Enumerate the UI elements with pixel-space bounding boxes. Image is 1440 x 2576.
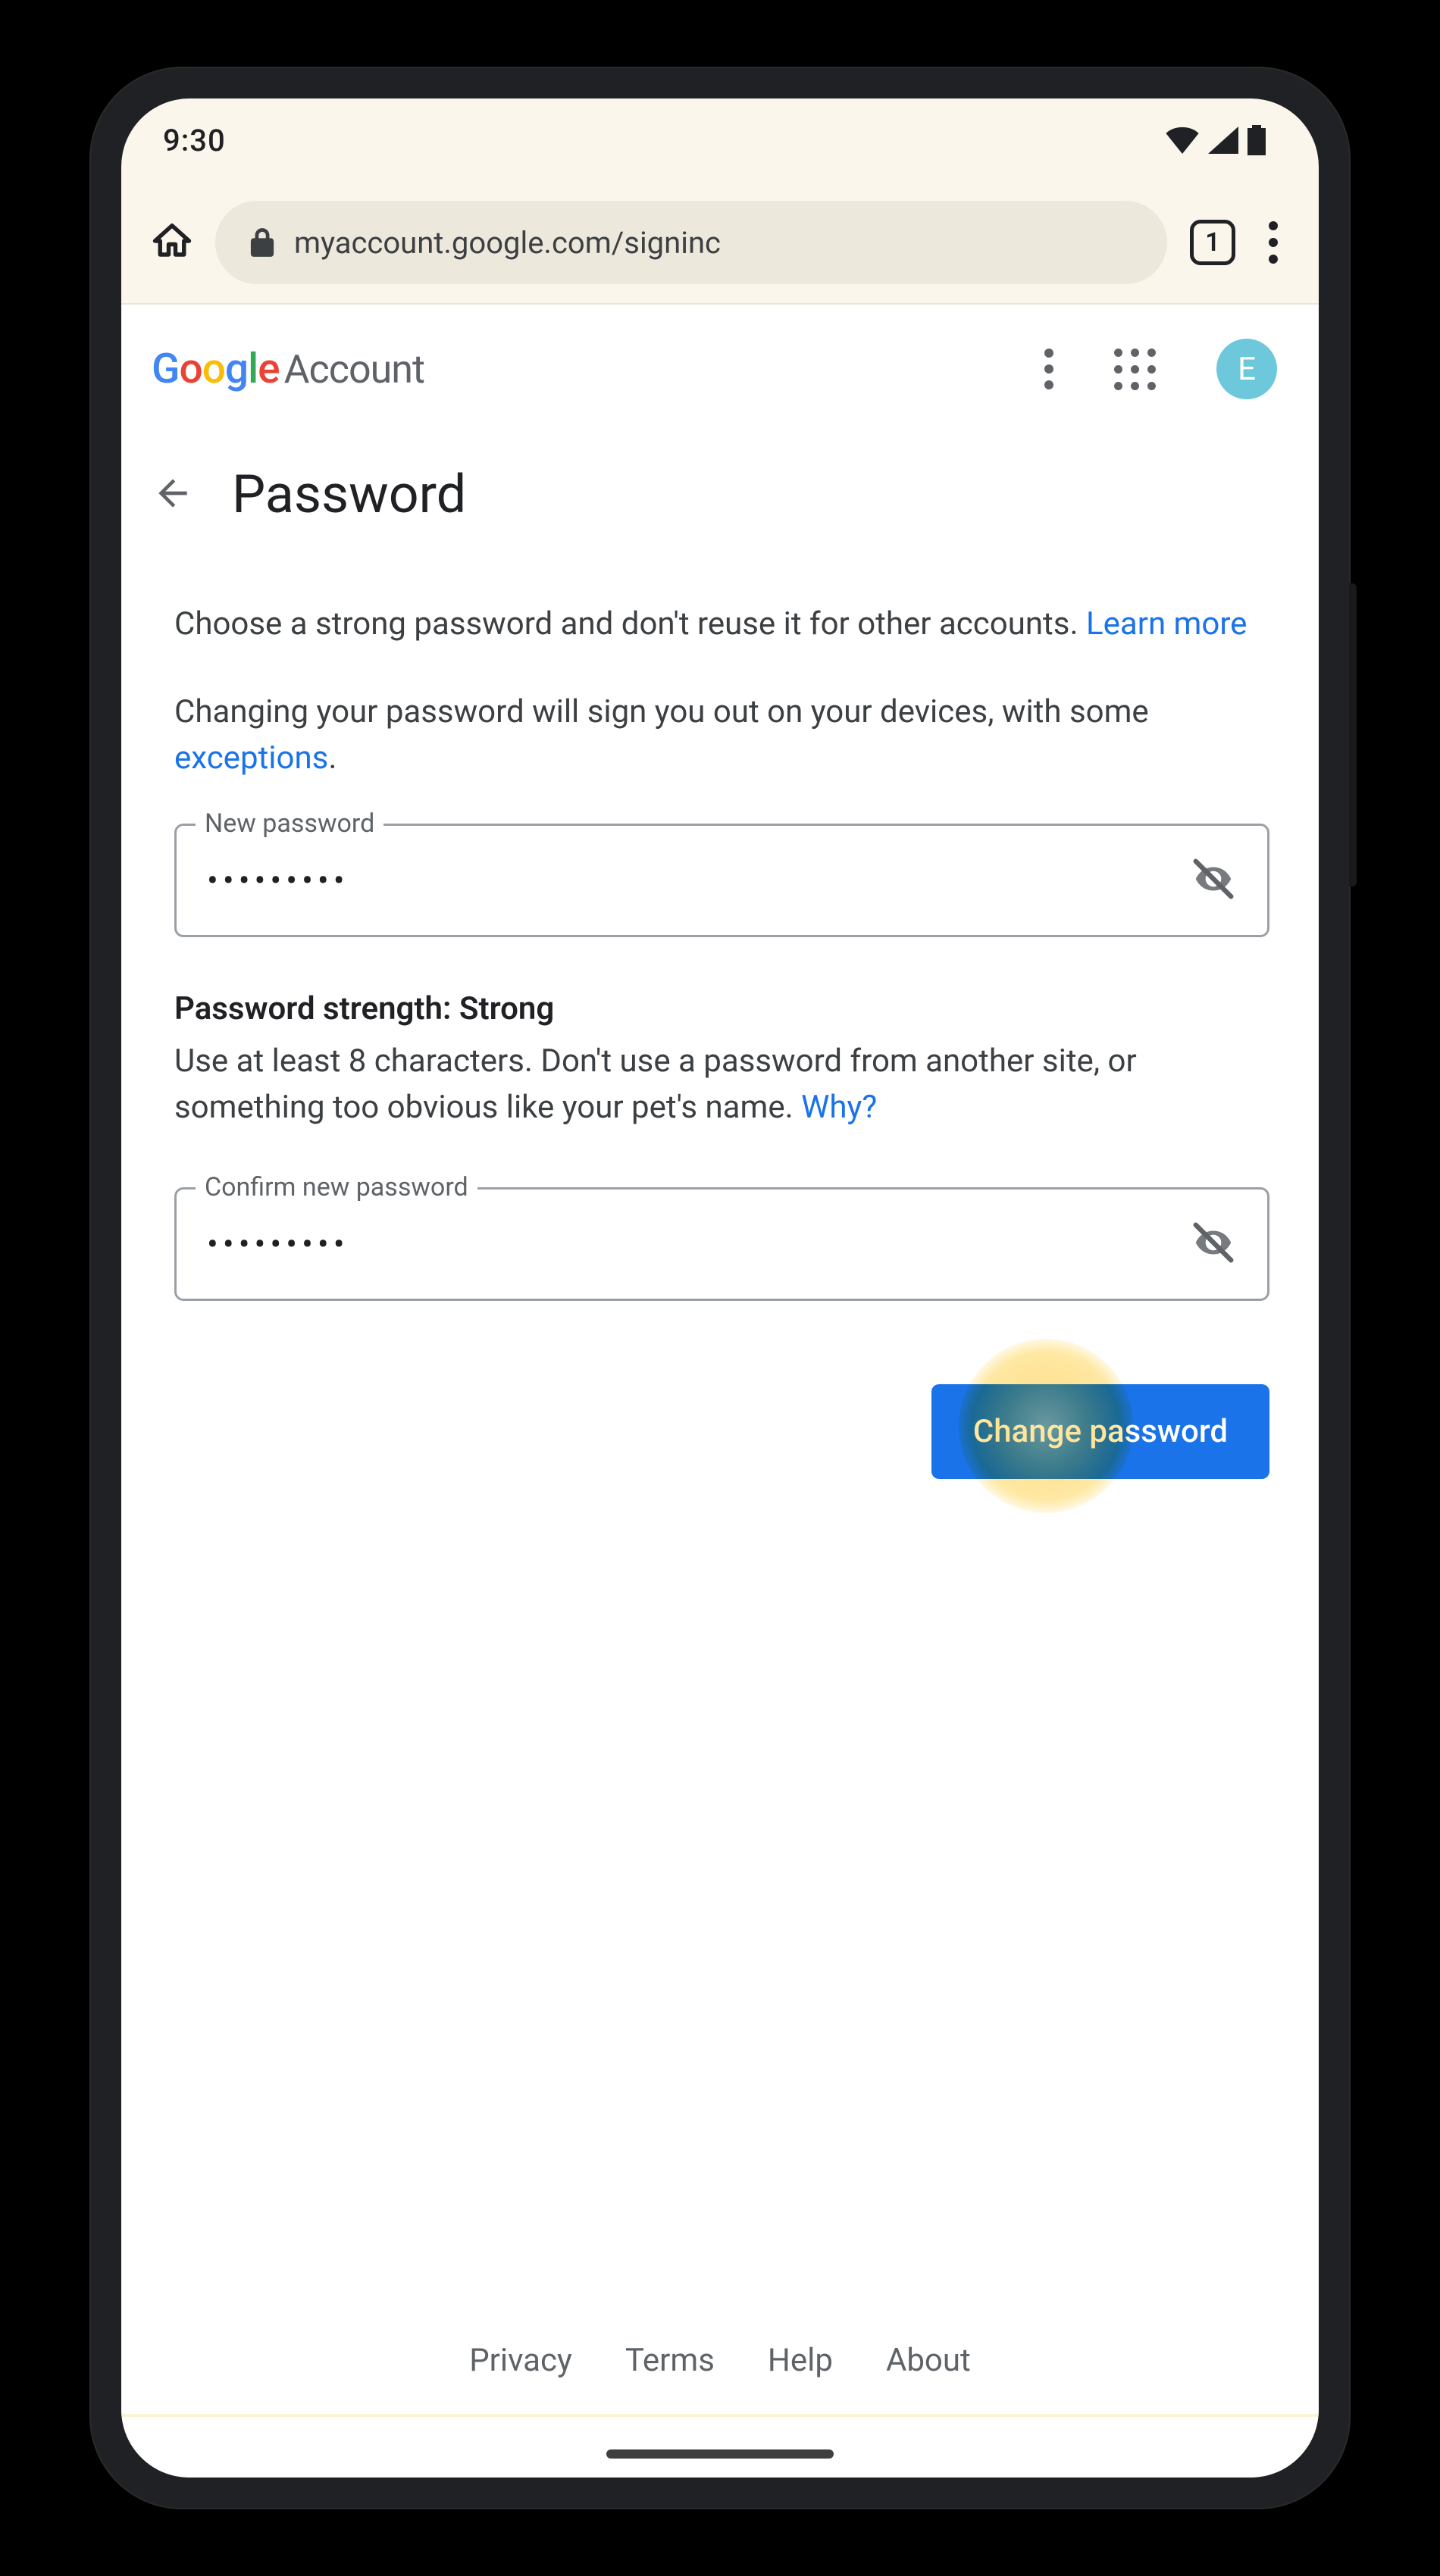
confirm-password-field: Confirm new password ••••••••• xyxy=(174,1187,1269,1301)
back-button[interactable] xyxy=(152,472,194,517)
browser-overflow-button[interactable] xyxy=(1258,221,1288,264)
page-title: Password xyxy=(232,464,466,526)
home-button[interactable] xyxy=(152,220,193,264)
lock-icon xyxy=(249,227,275,258)
bottom-divider xyxy=(121,2414,1319,2417)
wifi-icon xyxy=(1166,127,1199,154)
description-2: Changing your password will sign you out… xyxy=(174,689,1269,782)
footer-links: Privacy Terms Help About xyxy=(121,2342,1319,2379)
why-link[interactable]: Why? xyxy=(801,1089,877,1126)
body-content: Choose a strong password and don't reuse… xyxy=(121,541,1319,1479)
action-row: Change password xyxy=(174,1384,1269,1479)
app-header: GoogleAccount E xyxy=(121,305,1319,433)
password-strength-label: Password strength: Strong xyxy=(174,990,1269,1027)
device-frame: 9:30 myaccount.google.com/signinc 1 xyxy=(91,68,1349,2508)
description-1: Choose a strong password and don't reuse… xyxy=(174,602,1269,648)
status-bar: 9:30 xyxy=(121,98,1319,182)
learn-more-link[interactable]: Learn more xyxy=(1086,605,1247,642)
gesture-nav-bar[interactable] xyxy=(606,2449,834,2459)
account-avatar[interactable]: E xyxy=(1216,339,1277,399)
page-title-row: Password xyxy=(121,433,1319,541)
confirm-password-label: Confirm new password xyxy=(196,1172,477,1202)
battery-icon xyxy=(1247,125,1266,155)
status-icons xyxy=(1166,125,1266,155)
new-password-input[interactable]: ••••••••• xyxy=(174,824,1269,937)
new-password-field: New password ••••••••• xyxy=(174,824,1269,937)
browser-toolbar: myaccount.google.com/signinc 1 xyxy=(121,182,1319,303)
address-bar[interactable]: myaccount.google.com/signinc xyxy=(215,201,1167,284)
device-side-button xyxy=(1349,583,1357,886)
apps-launcher-icon[interactable] xyxy=(1114,349,1156,390)
confirm-password-value: ••••••••• xyxy=(207,1224,1171,1264)
footer-terms-link[interactable]: Terms xyxy=(625,2342,715,2379)
url-text: myaccount.google.com/signinc xyxy=(294,225,721,261)
new-password-label: New password xyxy=(196,808,383,839)
new-password-value: ••••••••• xyxy=(207,861,1171,900)
toggle-visibility-icon[interactable] xyxy=(1190,1219,1237,1269)
cellular-icon xyxy=(1208,127,1238,154)
screen: 9:30 myaccount.google.com/signinc 1 xyxy=(121,98,1319,2478)
footer-about-link[interactable]: About xyxy=(886,2342,971,2379)
toggle-visibility-icon[interactable] xyxy=(1190,855,1237,905)
password-help-text: Use at least 8 characters. Don't use a p… xyxy=(174,1039,1269,1131)
change-password-button[interactable]: Change password xyxy=(931,1384,1269,1479)
tabs-button[interactable]: 1 xyxy=(1190,220,1235,265)
google-logo: GoogleAccount xyxy=(152,345,424,393)
footer-privacy-link[interactable]: Privacy xyxy=(469,2342,572,2379)
header-overflow-button[interactable] xyxy=(1044,349,1053,389)
exceptions-link[interactable]: exceptions xyxy=(174,739,328,777)
account-label: Account xyxy=(284,346,424,392)
confirm-password-input[interactable]: ••••••••• xyxy=(174,1187,1269,1301)
tabs-count: 1 xyxy=(1205,227,1219,258)
footer-help-link[interactable]: Help xyxy=(768,2342,833,2379)
page-content: GoogleAccount E Passwo xyxy=(121,303,1319,2478)
status-time: 9:30 xyxy=(163,123,226,158)
